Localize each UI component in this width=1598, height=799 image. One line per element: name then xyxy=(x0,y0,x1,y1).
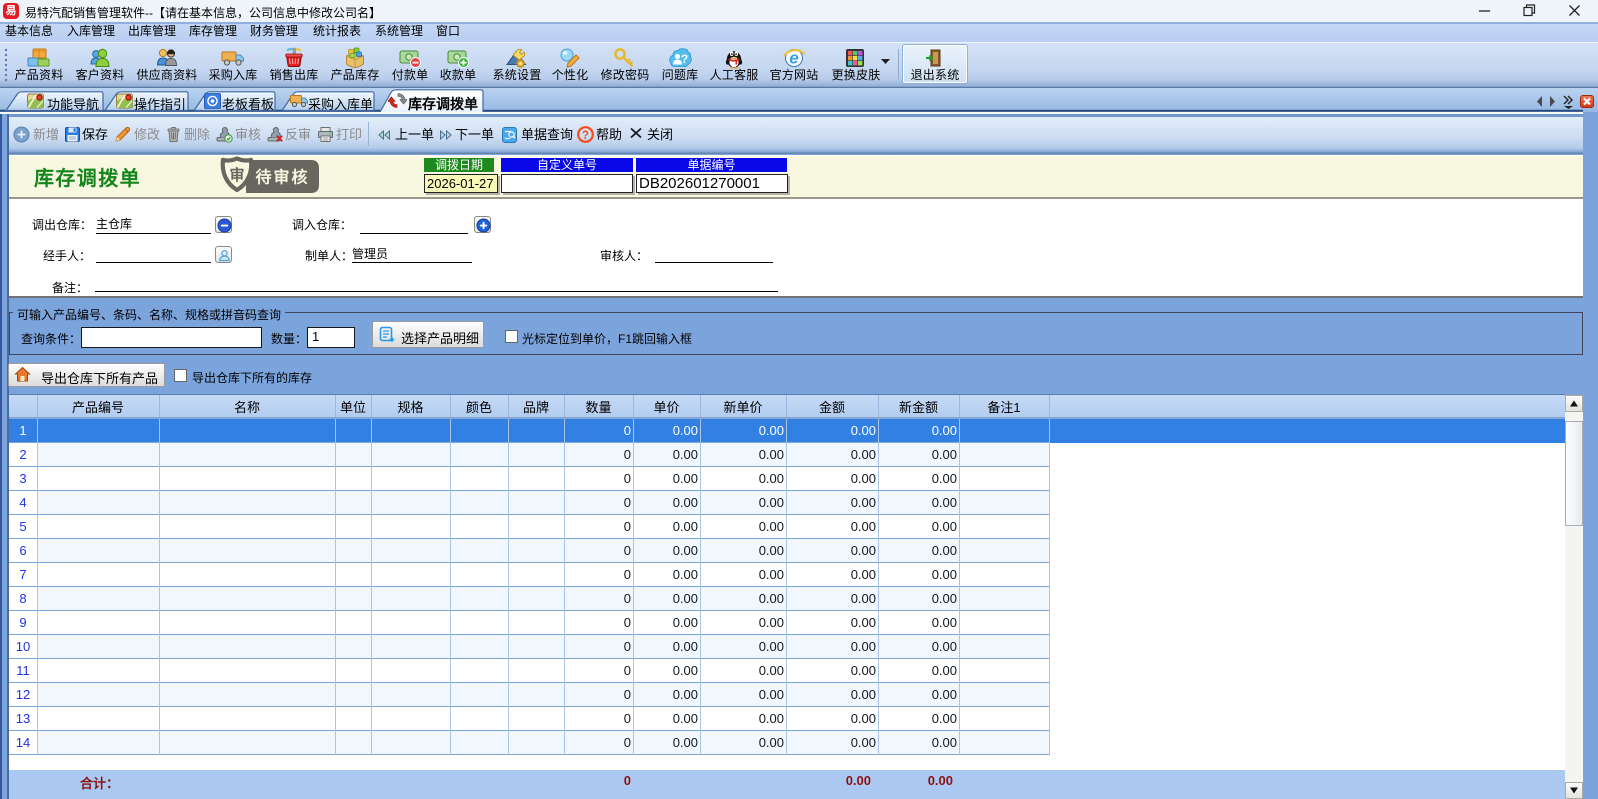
svg-text:?: ? xyxy=(681,52,688,66)
svg-text:待审核: 待审核 xyxy=(255,164,309,188)
svg-text:?: ? xyxy=(582,130,589,142)
svg-text:审: 审 xyxy=(229,164,244,185)
